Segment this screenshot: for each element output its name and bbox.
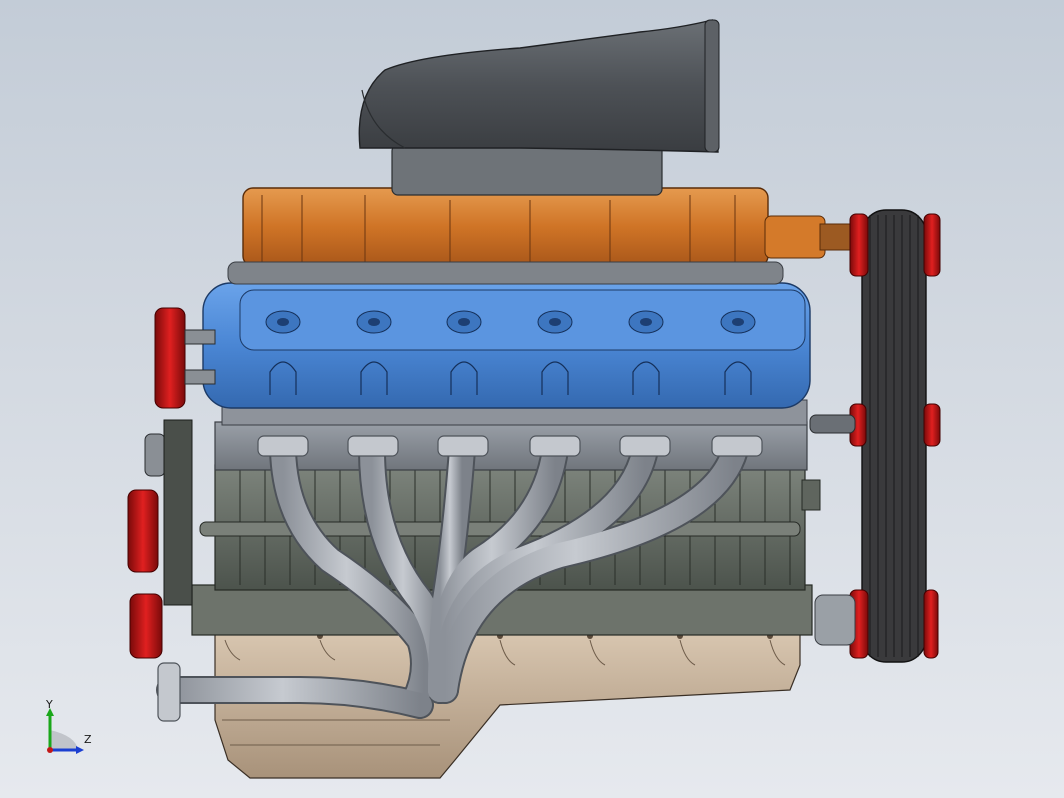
drive-belt[interactable]: [861, 209, 927, 663]
triad-y-label: Y: [46, 698, 53, 711]
supercharger[interactable]: [227, 187, 856, 285]
graphics-viewport[interactable]: Y Z: [0, 0, 1064, 798]
valve-cover[interactable]: [202, 282, 811, 409]
oil-pan[interactable]: [214, 631, 801, 779]
engine-model[interactable]: [0, 0, 1064, 798]
triad-z-label: Z: [84, 733, 92, 746]
intake-scoop[interactable]: [358, 19, 720, 196]
